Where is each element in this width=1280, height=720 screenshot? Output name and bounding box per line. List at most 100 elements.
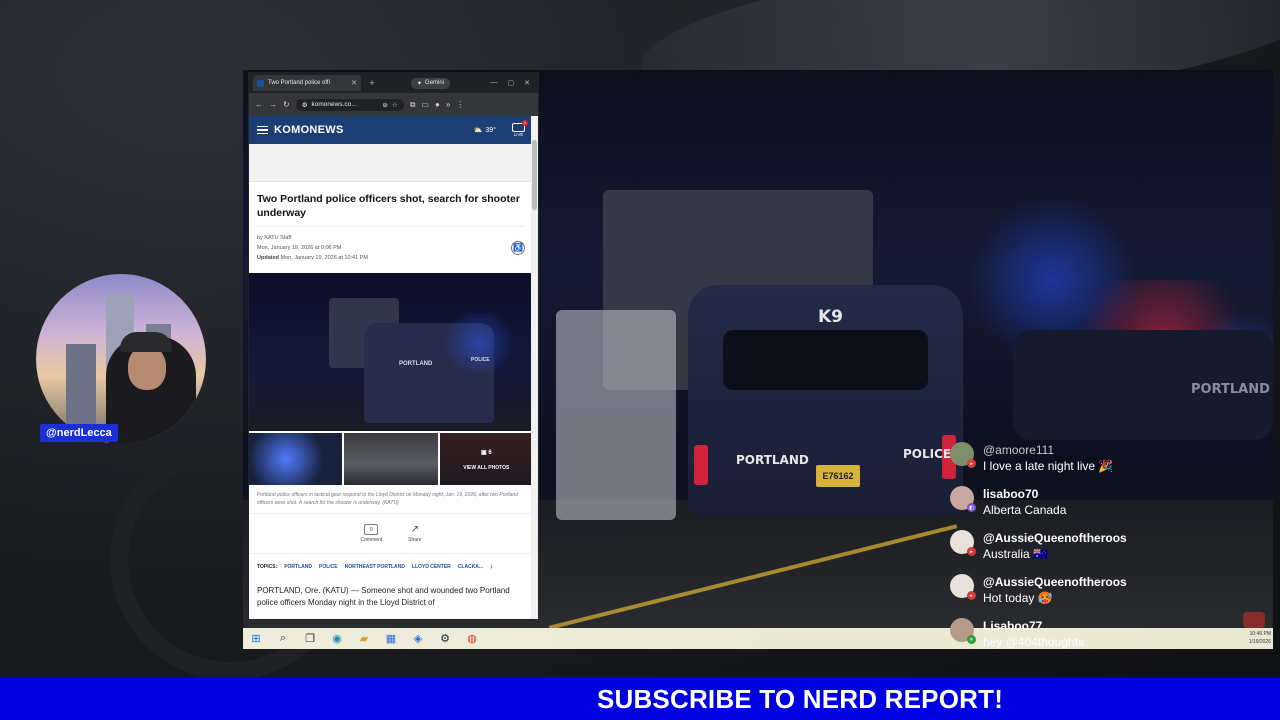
banner-text: SUBSCRIBE TO NERD REPORT! <box>596 683 1004 714</box>
scrollbar-thumb[interactable] <box>532 140 537 210</box>
updated-date-row: Updated Mon, January 19, 2026 at 10:41 P… <box>257 253 517 263</box>
topic-northeast-portland[interactable]: NORTHEAST PORTLAND <box>345 564 405 570</box>
search-icon[interactable]: ⌕ <box>276 632 290 646</box>
share-label: Share <box>408 537 422 543</box>
forward-icon[interactable]: → <box>269 100 277 109</box>
car-door <box>556 310 676 520</box>
car-window <box>723 330 928 390</box>
comment-button[interactable]: 0 Comment <box>360 524 382 543</box>
accessibility-icon[interactable]: ♿ <box>511 241 525 255</box>
browser-window: Two Portland police offi ✕ + ✦ Gemini — … <box>248 72 539 620</box>
thumbnail-1[interactable] <box>249 433 343 485</box>
more-tools-icon[interactable]: » <box>446 100 450 109</box>
license-plate: E76162 <box>816 465 860 487</box>
menu-icon[interactable]: ⋮ <box>456 100 464 109</box>
edge-icon[interactable]: ◉ <box>330 632 344 646</box>
share-button[interactable]: ↗ Share <box>408 524 421 543</box>
reload-icon[interactable]: ↻ <box>283 100 290 109</box>
gemini-label: Gemini <box>425 80 445 86</box>
chrome-icon[interactable]: ◍ <box>465 632 479 646</box>
windows-start-icon[interactable]: ⊞ <box>249 632 263 646</box>
article-body: PORTLAND, Ore. (KATU) — Someone shot and… <box>257 586 510 607</box>
car-police-label: POLICE <box>903 447 952 461</box>
k9-label: K9 <box>818 307 844 327</box>
avatar: ▸ <box>950 574 976 600</box>
tab-bar: Two Portland police offi ✕ + ✦ Gemini — … <box>249 73 538 93</box>
photo-caption: Portland police officers in tactical gea… <box>249 485 533 514</box>
article-actions: 0 Comment ↗ Share <box>249 514 533 549</box>
comment-label: Comment <box>360 537 383 543</box>
topic-lloyd-center[interactable]: LLOYD CENTER <box>412 564 451 570</box>
tv-icon: 1 <box>512 120 528 132</box>
eye-off-icon[interactable]: ⊘ <box>382 101 387 109</box>
view-all-photos-thumbnail[interactable]: ▣ 6 VIEW ALL PHOTOS <box>439 433 533 485</box>
new-tab-button[interactable]: + <box>365 78 379 88</box>
hamburger-menu-icon[interactable] <box>257 125 268 135</box>
weather-widget[interactable]: ⛅ 39° <box>473 126 496 135</box>
profile-icon[interactable]: ● <box>435 100 440 109</box>
view-all-photos-label: VIEW ALL PHOTOS <box>463 465 510 471</box>
tab-title: Two Portland police offi <box>268 80 330 86</box>
file-explorer-icon[interactable]: ▰ <box>357 632 371 646</box>
topic-police[interactable]: POLICE <box>319 564 338 570</box>
minimize-icon[interactable]: — <box>491 79 498 87</box>
temperature: 39° <box>485 126 496 134</box>
topics-label: TOPICS: <box>257 563 278 570</box>
chat-text: I love a late night live 🎉 <box>983 459 1114 473</box>
task-view-icon[interactable]: ❐ <box>303 632 317 646</box>
chat-username: @AussieQueenoftheroos <box>983 575 1127 589</box>
xbox-badge-icon: ✕ <box>967 635 976 644</box>
topic-clackamas[interactable]: CLACKA... <box>458 564 483 570</box>
bookmark-star-icon[interactable]: ☆ <box>392 101 398 109</box>
share-icon: ↗ <box>410 524 420 535</box>
site-logo[interactable]: KOMONEWS <box>274 124 344 136</box>
site-info-icon[interactable]: ⚙ <box>302 101 308 109</box>
bg-car-portland-label: PORTLAND <box>1191 382 1270 397</box>
scrollbar[interactable] <box>531 116 538 619</box>
live-label: LIVE <box>513 132 524 137</box>
youtube-badge-icon: ▸ <box>967 459 976 468</box>
steam-icon[interactable]: ⚙ <box>438 632 452 646</box>
topics-row: TOPICS: PORTLAND POLICE NORTHEAST PORTLA… <box>249 553 533 579</box>
url-text: komonews.co... <box>311 101 357 108</box>
site-header: KOMONEWS ⛅ 39° 1 LIVE <box>249 116 533 144</box>
topic-portland[interactable]: PORTLAND <box>284 564 312 570</box>
hero-blue-glow <box>439 313 519 373</box>
photo-thumbnails: ▣ 6 VIEW ALL PHOTOS <box>249 433 533 485</box>
address-bar[interactable]: ⚙ komonews.co... ⊘ ☆ <box>295 98 404 111</box>
chevron-right-icon[interactable]: › <box>490 562 493 571</box>
back-icon[interactable]: ← <box>255 100 263 109</box>
chat-username: lisaboo70 <box>983 487 1039 501</box>
youtube-badge-icon: ▸ <box>967 547 976 556</box>
extensions-icon[interactable]: ⧉ <box>410 100 416 110</box>
byline: by KATU Staff <box>257 235 292 241</box>
live-button[interactable]: 1 LIVE <box>512 120 528 137</box>
store-icon[interactable]: ▦ <box>384 632 398 646</box>
close-tab-icon[interactable]: ✕ <box>351 79 357 87</box>
background-police-car: PORTLAND <box>1013 330 1273 440</box>
gemini-button[interactable]: ✦ Gemini <box>411 77 451 89</box>
updated-date: Mon, January 19, 2026 at 10:41 PM <box>280 255 368 261</box>
network-icon[interactable]: ◈ <box>411 632 425 646</box>
cast-icon[interactable]: ▭ <box>421 100 429 109</box>
hero-police-label: POLICE <box>471 357 490 363</box>
hero-image[interactable]: PORTLAND POLICE <box>249 273 533 431</box>
thumbnail-2[interactable] <box>344 433 438 485</box>
avatar: ▸ <box>950 442 976 468</box>
close-window-icon[interactable]: ✕ <box>524 79 530 87</box>
twitch-badge-icon: ◧ <box>967 503 976 512</box>
browser-tab[interactable]: Two Portland police offi ✕ <box>253 75 361 91</box>
clock-time: 10:46 PM <box>1249 631 1271 637</box>
cloud-sun-icon: ⛅ <box>473 127 483 134</box>
chat-message: ◧ lisaboo70 Alberta Canada <box>950 486 1210 518</box>
tail-light-left <box>694 445 708 485</box>
maximize-icon[interactable]: ▢ <box>508 79 515 87</box>
chat-overlay: ▸ @amoore111 I love a late night live 🎉 ◧… <box>950 442 1210 662</box>
avatar: ✕ <box>950 618 976 644</box>
chat-text: Hot today 🥵 <box>983 591 1053 605</box>
article-meta: by KATU Staff Mon, January 19, 2026 at 9… <box>257 226 525 269</box>
chat-text: hey @404thoughts <box>983 635 1084 649</box>
published-date: Mon, January 19, 2026 at 9:06 PM <box>257 245 342 251</box>
clock[interactable]: 10:46 PM 1/19/2026 <box>1249 630 1271 646</box>
chat-username: @amoore111 <box>983 443 1055 457</box>
